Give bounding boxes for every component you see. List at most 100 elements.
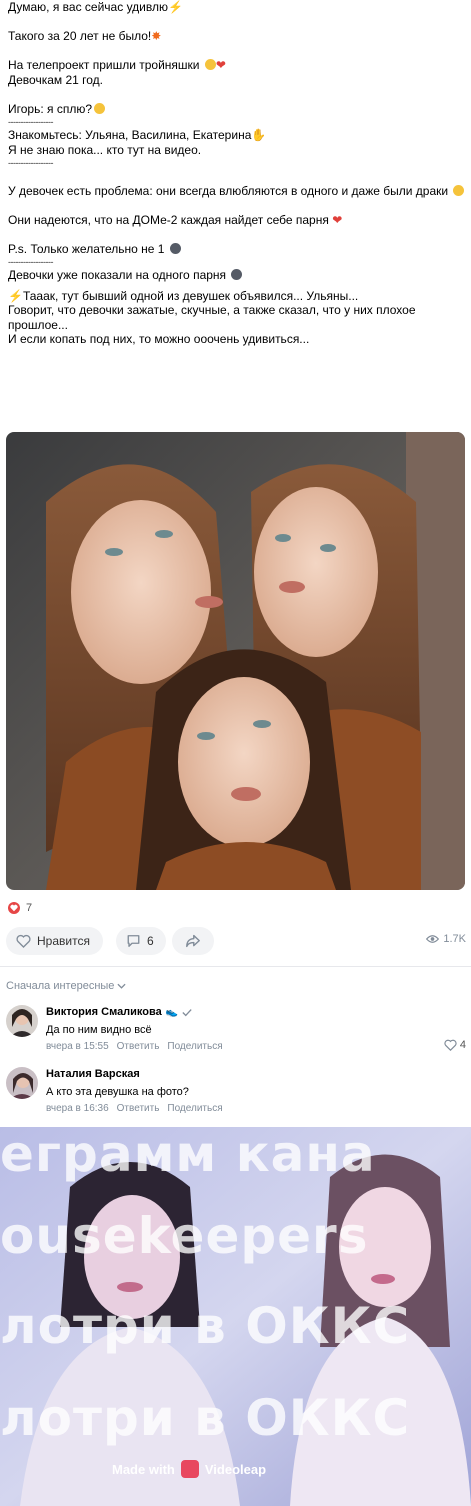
heart-emoji-icon: ❤ (215, 58, 226, 72)
post-blank (8, 44, 470, 59)
comments-button[interactable]: 6 (116, 927, 166, 955)
post-line-text: прошлое... (8, 317, 68, 332)
post-line: Такого за 20 лет не было!✸ (8, 29, 470, 44)
video-frame[interactable]: еграмм кана ousekeepers лотри в ОККС лот… (0, 1127, 471, 1506)
author-name: Виктория Смаликова (46, 1006, 162, 1018)
post-line: P.s. Только желательно не 1 (8, 242, 470, 257)
comment-text: Да по ним видно всё (46, 1024, 152, 1036)
post-text: Думаю, я вас сейчас удивлю⚡ Такого за 20… (8, 0, 470, 347)
post-blank (8, 15, 470, 30)
triplets-photo (6, 432, 465, 890)
post-line-text: Такого за 20 лет не было! (8, 29, 152, 43)
like-label: Нравится (37, 934, 90, 948)
post-line: Говорит, что девочки зажатые, скучные, а… (8, 303, 470, 318)
post-line: Они надеются, что на ДОМе-2 каждая найде… (8, 213, 470, 228)
post-line: На телепроект пришли тройняшки ❤ (8, 58, 470, 73)
comment-time[interactable]: вчера в 16:36 (46, 1103, 109, 1114)
video-watermark-line: лотри в ОККС (0, 1297, 411, 1355)
post-line: Девочкам 21 год. (8, 73, 470, 88)
comment-item: Наталия Варская А кто эта девушка на фот… (6, 1067, 468, 1117)
reply-link[interactable]: Ответить (117, 1103, 160, 1114)
author-name: Наталия Варская (46, 1068, 140, 1080)
comment-item: Виктория Смаликова 👟 Да по ним видно всё… (6, 1005, 468, 1055)
post-line-text: Девочки уже показали на одного парня (8, 268, 227, 282)
reactions-summary[interactable]: 7 (8, 902, 32, 914)
post-line-text: Игорь: я сплю? (8, 101, 93, 116)
post-line: прошлое... (8, 318, 470, 333)
brand-label: Videoleap (204, 1461, 267, 1477)
post-line: ⚡Тааак, тут бывший одной из девушек объя… (8, 289, 470, 304)
post-line-text: Знакомьтесь: Ульяна, Василина, Екатерина (8, 128, 252, 142)
heart-reaction-icon (8, 902, 20, 914)
divider (0, 966, 471, 967)
moon-emoji-icon (231, 269, 243, 280)
post-divider: ------------------ (8, 117, 53, 127)
heart-emoji-icon: ❤ (332, 212, 343, 227)
comment-body: Виктория Смаликова 👟 Да по ним видно всё… (46, 1005, 223, 1052)
share-link[interactable]: Поделиться (167, 1103, 222, 1114)
comment-body: Наталия Варская А кто эта девушка на фот… (46, 1067, 223, 1114)
post-line-text: Говорит, что девочки зажатые, скучные, а… (8, 303, 416, 317)
comment-like-button[interactable]: 4 (444, 1039, 466, 1051)
verified-check-icon (182, 1008, 192, 1016)
post-line-text: Тааак, тут бывший одной из девушек объяв… (22, 288, 359, 303)
comment-text: А кто эта девушка на фото? (46, 1086, 189, 1098)
eye-icon (426, 935, 440, 943)
post-line: Знакомьтесь: Ульяна, Василина, Екатерина… (8, 128, 470, 143)
comments-count: 6 (147, 934, 154, 948)
video-watermark-line: лотри в ОККС (0, 1389, 411, 1447)
post-actions: Нравится 6 1.7K (6, 927, 468, 957)
comment-icon (127, 935, 140, 947)
post-line-text: Они надеются, что на ДОМе-2 каждая найде… (8, 212, 329, 227)
hand-emoji-icon: ✋ (251, 128, 267, 142)
comment-author[interactable]: Наталия Варская (46, 1067, 223, 1081)
post-photo[interactable] (6, 432, 465, 890)
post-line-text: У девочек есть проблема: они всегда влюб… (8, 183, 449, 198)
moon-emoji-icon (169, 242, 181, 254)
made-with-label: Made with (112, 1461, 175, 1477)
lightning-emoji-icon: ⚡ (167, 0, 183, 14)
heart-outline-icon (16, 934, 31, 948)
reactions-count: 7 (26, 902, 33, 914)
videoleap-badge: Made with Videoleap (112, 1460, 266, 1478)
post-line-text: P.s. Только желательно не 1 (8, 241, 165, 256)
post-line-text: Думаю, я вас сейчас удивлю (8, 0, 168, 14)
post-line: Девочки уже показали на одного парня (8, 268, 470, 283)
smirk-emoji-icon (453, 184, 465, 196)
videoleap-logo-icon (180, 1460, 199, 1478)
share-button[interactable] (172, 927, 214, 955)
heart-outline-icon (444, 1039, 457, 1051)
sort-label: Сначала интересные (6, 980, 115, 992)
comment-author[interactable]: Виктория Смаликова 👟 (46, 1005, 223, 1019)
post-blank (8, 87, 470, 102)
share-arrow-icon (186, 934, 200, 948)
collision-emoji-icon: ✸ (151, 29, 162, 43)
post-blank (8, 227, 470, 242)
post-line: У девочек есть проблема: они всегда влюб… (8, 184, 470, 199)
post-line: Думаю, я вас сейчас удивлю⚡ (8, 0, 470, 15)
like-button[interactable]: Нравится (6, 927, 103, 955)
share-link[interactable]: Поделиться (167, 1041, 222, 1052)
avatar[interactable] (6, 1005, 38, 1037)
post-line: Игорь: я сплю? (8, 102, 470, 117)
comment-meta: вчера в 16:36 Ответить Поделиться (46, 1103, 223, 1114)
sneaker-emoji-icon: 👟 (165, 1006, 179, 1018)
reply-link[interactable]: Ответить (117, 1041, 160, 1052)
comment-like-count: 4 (459, 1039, 466, 1051)
video-watermark-line: еграмм кана (0, 1127, 376, 1183)
comment-meta: вчера в 15:55 Ответить Поделиться (46, 1041, 223, 1052)
post-line: Я не знаю пока... кто тут на видео. (8, 143, 470, 158)
lightning-emoji-icon: ⚡ (8, 288, 23, 303)
laughing-emoji-icon (94, 102, 106, 114)
post-divider: ------------------ (8, 257, 53, 267)
comment-time[interactable]: вчера в 15:55 (46, 1041, 109, 1052)
video-watermark-line: ousekeepers (0, 1207, 369, 1265)
post-line-text: И если копать под них, то можно ооочень … (8, 332, 310, 346)
comments-sort-dropdown[interactable]: Сначала интересные (6, 980, 126, 992)
avatar[interactable] (6, 1067, 38, 1099)
post-line-text: Девочкам 21 год. (8, 72, 104, 87)
views-count: 1.7K (443, 933, 466, 945)
views-counter: 1.7K (426, 933, 466, 945)
post-divider: ------------------ (8, 158, 53, 168)
post-line-text: На телепроект пришли тройняшки (8, 58, 200, 72)
